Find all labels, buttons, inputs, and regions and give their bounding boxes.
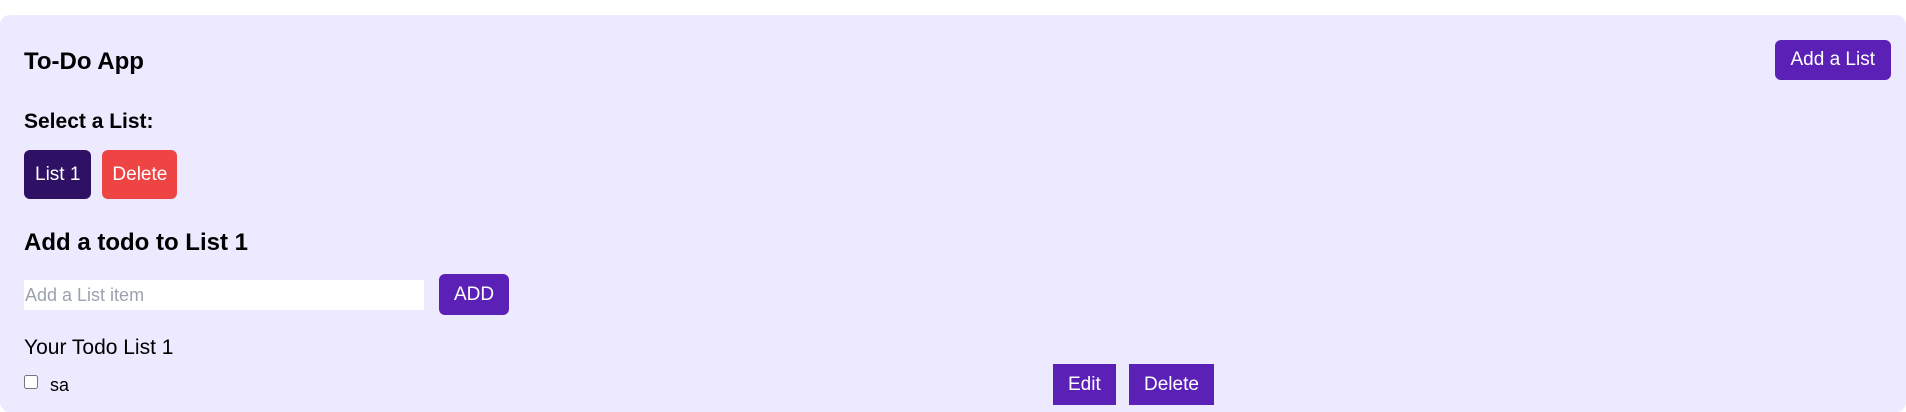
edit-todo-button[interactable]: Edit [1053,364,1116,405]
todo-list-title: Your Todo List 1 [24,336,174,359]
todo-list-item: sa Edit Delete [24,364,1224,406]
todo-item-text: sa [50,375,70,395]
delete-list-button[interactable]: Delete [102,150,178,199]
add-list-button[interactable]: Add a List [1774,40,1891,80]
delete-todo-button[interactable]: Delete [1129,364,1214,405]
list-selector: List 1 Delete [24,150,178,199]
todo-app-panel: To-Do App Add a List Select a List: List… [0,15,1906,412]
add-todo-heading: Add a todo to List 1 [24,229,248,256]
todo-item-checkbox[interactable] [24,375,38,389]
add-todo-button[interactable]: ADD [439,274,510,315]
list-select-button-list-1[interactable]: List 1 [24,150,92,199]
todo-item-input[interactable] [24,280,424,310]
app-title: To-Do App [24,48,144,75]
select-list-heading: Select a List: [24,110,154,133]
